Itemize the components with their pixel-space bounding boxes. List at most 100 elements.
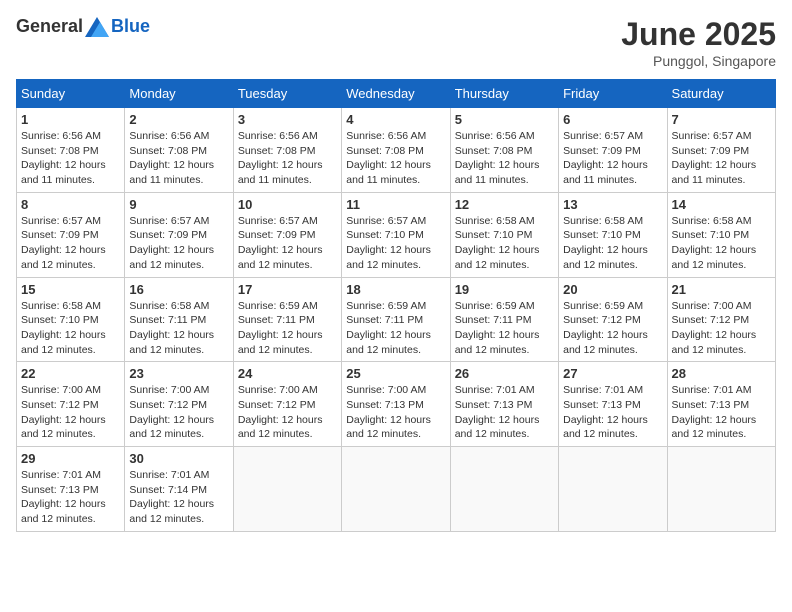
day-info: Sunrise: 7:01 AMSunset: 7:14 PMDaylight:… <box>129 468 228 527</box>
weekday-header-row: Sunday Monday Tuesday Wednesday Thursday… <box>17 80 776 108</box>
calendar-cell <box>233 447 341 532</box>
day-info: Sunrise: 6:57 AMSunset: 7:09 PMDaylight:… <box>672 129 771 188</box>
calendar-cell: 28 Sunrise: 7:01 AMSunset: 7:13 PMDaylig… <box>667 362 775 447</box>
calendar-cell: 4 Sunrise: 6:56 AMSunset: 7:08 PMDayligh… <box>342 108 450 193</box>
calendar-cell <box>342 447 450 532</box>
day-number: 12 <box>455 197 554 212</box>
calendar-cell: 6 Sunrise: 6:57 AMSunset: 7:09 PMDayligh… <box>559 108 667 193</box>
day-info: Sunrise: 6:56 AMSunset: 7:08 PMDaylight:… <box>455 129 554 188</box>
day-number: 5 <box>455 112 554 127</box>
header-tuesday: Tuesday <box>233 80 341 108</box>
calendar-cell: 16 Sunrise: 6:58 AMSunset: 7:11 PMDaylig… <box>125 277 233 362</box>
day-info: Sunrise: 6:57 AMSunset: 7:09 PMDaylight:… <box>129 214 228 273</box>
day-number: 19 <box>455 282 554 297</box>
calendar-cell: 20 Sunrise: 6:59 AMSunset: 7:12 PMDaylig… <box>559 277 667 362</box>
header-thursday: Thursday <box>450 80 558 108</box>
day-info: Sunrise: 6:57 AMSunset: 7:09 PMDaylight:… <box>21 214 120 273</box>
calendar-cell: 12 Sunrise: 6:58 AMSunset: 7:10 PMDaylig… <box>450 192 558 277</box>
calendar-cell <box>559 447 667 532</box>
day-info: Sunrise: 7:00 AMSunset: 7:13 PMDaylight:… <box>346 383 445 442</box>
calendar-table: Sunday Monday Tuesday Wednesday Thursday… <box>16 79 776 532</box>
day-number: 14 <box>672 197 771 212</box>
calendar-cell: 17 Sunrise: 6:59 AMSunset: 7:11 PMDaylig… <box>233 277 341 362</box>
calendar-cell: 27 Sunrise: 7:01 AMSunset: 7:13 PMDaylig… <box>559 362 667 447</box>
calendar-cell: 10 Sunrise: 6:57 AMSunset: 7:09 PMDaylig… <box>233 192 341 277</box>
day-number: 24 <box>238 366 337 381</box>
day-info: Sunrise: 6:58 AMSunset: 7:10 PMDaylight:… <box>21 299 120 358</box>
calendar-cell: 29 Sunrise: 7:01 AMSunset: 7:13 PMDaylig… <box>17 447 125 532</box>
logo: General Blue <box>16 16 150 37</box>
day-number: 28 <box>672 366 771 381</box>
day-number: 23 <box>129 366 228 381</box>
day-info: Sunrise: 6:56 AMSunset: 7:08 PMDaylight:… <box>129 129 228 188</box>
calendar-cell: 2 Sunrise: 6:56 AMSunset: 7:08 PMDayligh… <box>125 108 233 193</box>
day-info: Sunrise: 6:58 AMSunset: 7:11 PMDaylight:… <box>129 299 228 358</box>
calendar-cell: 22 Sunrise: 7:00 AMSunset: 7:12 PMDaylig… <box>17 362 125 447</box>
day-number: 9 <box>129 197 228 212</box>
calendar-cell: 13 Sunrise: 6:58 AMSunset: 7:10 PMDaylig… <box>559 192 667 277</box>
title-block: June 2025 Punggol, Singapore <box>621 16 776 69</box>
month-title: June 2025 <box>621 16 776 53</box>
day-number: 18 <box>346 282 445 297</box>
day-number: 6 <box>563 112 662 127</box>
calendar-cell: 1 Sunrise: 6:56 AMSunset: 7:08 PMDayligh… <box>17 108 125 193</box>
day-info: Sunrise: 6:58 AMSunset: 7:10 PMDaylight:… <box>455 214 554 273</box>
calendar-cell: 25 Sunrise: 7:00 AMSunset: 7:13 PMDaylig… <box>342 362 450 447</box>
day-info: Sunrise: 7:01 AMSunset: 7:13 PMDaylight:… <box>672 383 771 442</box>
day-number: 2 <box>129 112 228 127</box>
day-info: Sunrise: 6:56 AMSunset: 7:08 PMDaylight:… <box>346 129 445 188</box>
day-info: Sunrise: 6:57 AMSunset: 7:09 PMDaylight:… <box>238 214 337 273</box>
day-info: Sunrise: 6:59 AMSunset: 7:11 PMDaylight:… <box>346 299 445 358</box>
day-number: 25 <box>346 366 445 381</box>
day-info: Sunrise: 6:57 AMSunset: 7:09 PMDaylight:… <box>563 129 662 188</box>
day-number: 8 <box>21 197 120 212</box>
day-number: 30 <box>129 451 228 466</box>
day-info: Sunrise: 6:58 AMSunset: 7:10 PMDaylight:… <box>672 214 771 273</box>
day-number: 13 <box>563 197 662 212</box>
header-monday: Monday <box>125 80 233 108</box>
day-number: 3 <box>238 112 337 127</box>
calendar-cell: 7 Sunrise: 6:57 AMSunset: 7:09 PMDayligh… <box>667 108 775 193</box>
calendar-cell: 8 Sunrise: 6:57 AMSunset: 7:09 PMDayligh… <box>17 192 125 277</box>
location: Punggol, Singapore <box>621 53 776 69</box>
day-number: 20 <box>563 282 662 297</box>
day-number: 22 <box>21 366 120 381</box>
day-info: Sunrise: 7:01 AMSunset: 7:13 PMDaylight:… <box>563 383 662 442</box>
calendar-cell <box>450 447 558 532</box>
calendar-cell: 3 Sunrise: 6:56 AMSunset: 7:08 PMDayligh… <box>233 108 341 193</box>
day-number: 7 <box>672 112 771 127</box>
day-number: 11 <box>346 197 445 212</box>
day-info: Sunrise: 7:01 AMSunset: 7:13 PMDaylight:… <box>21 468 120 527</box>
calendar-cell: 14 Sunrise: 6:58 AMSunset: 7:10 PMDaylig… <box>667 192 775 277</box>
day-info: Sunrise: 7:00 AMSunset: 7:12 PMDaylight:… <box>129 383 228 442</box>
header-friday: Friday <box>559 80 667 108</box>
day-number: 10 <box>238 197 337 212</box>
day-number: 27 <box>563 366 662 381</box>
day-info: Sunrise: 7:01 AMSunset: 7:13 PMDaylight:… <box>455 383 554 442</box>
day-info: Sunrise: 6:59 AMSunset: 7:11 PMDaylight:… <box>238 299 337 358</box>
calendar-cell: 30 Sunrise: 7:01 AMSunset: 7:14 PMDaylig… <box>125 447 233 532</box>
page-header: General Blue June 2025 Punggol, Singapor… <box>16 16 776 69</box>
day-number: 21 <box>672 282 771 297</box>
day-info: Sunrise: 6:57 AMSunset: 7:10 PMDaylight:… <box>346 214 445 273</box>
day-info: Sunrise: 6:59 AMSunset: 7:12 PMDaylight:… <box>563 299 662 358</box>
calendar-cell <box>667 447 775 532</box>
day-info: Sunrise: 7:00 AMSunset: 7:12 PMDaylight:… <box>21 383 120 442</box>
header-sunday: Sunday <box>17 80 125 108</box>
day-number: 29 <box>21 451 120 466</box>
header-saturday: Saturday <box>667 80 775 108</box>
day-info: Sunrise: 7:00 AMSunset: 7:12 PMDaylight:… <box>238 383 337 442</box>
day-number: 16 <box>129 282 228 297</box>
calendar-cell: 11 Sunrise: 6:57 AMSunset: 7:10 PMDaylig… <box>342 192 450 277</box>
calendar-cell: 24 Sunrise: 7:00 AMSunset: 7:12 PMDaylig… <box>233 362 341 447</box>
calendar-cell: 18 Sunrise: 6:59 AMSunset: 7:11 PMDaylig… <box>342 277 450 362</box>
day-info: Sunrise: 6:56 AMSunset: 7:08 PMDaylight:… <box>21 129 120 188</box>
logo-blue: Blue <box>111 16 150 37</box>
calendar-cell: 21 Sunrise: 7:00 AMSunset: 7:12 PMDaylig… <box>667 277 775 362</box>
day-number: 17 <box>238 282 337 297</box>
logo-icon <box>85 17 109 37</box>
day-number: 1 <box>21 112 120 127</box>
logo-general: General <box>16 16 83 37</box>
day-number: 15 <box>21 282 120 297</box>
calendar-cell: 5 Sunrise: 6:56 AMSunset: 7:08 PMDayligh… <box>450 108 558 193</box>
